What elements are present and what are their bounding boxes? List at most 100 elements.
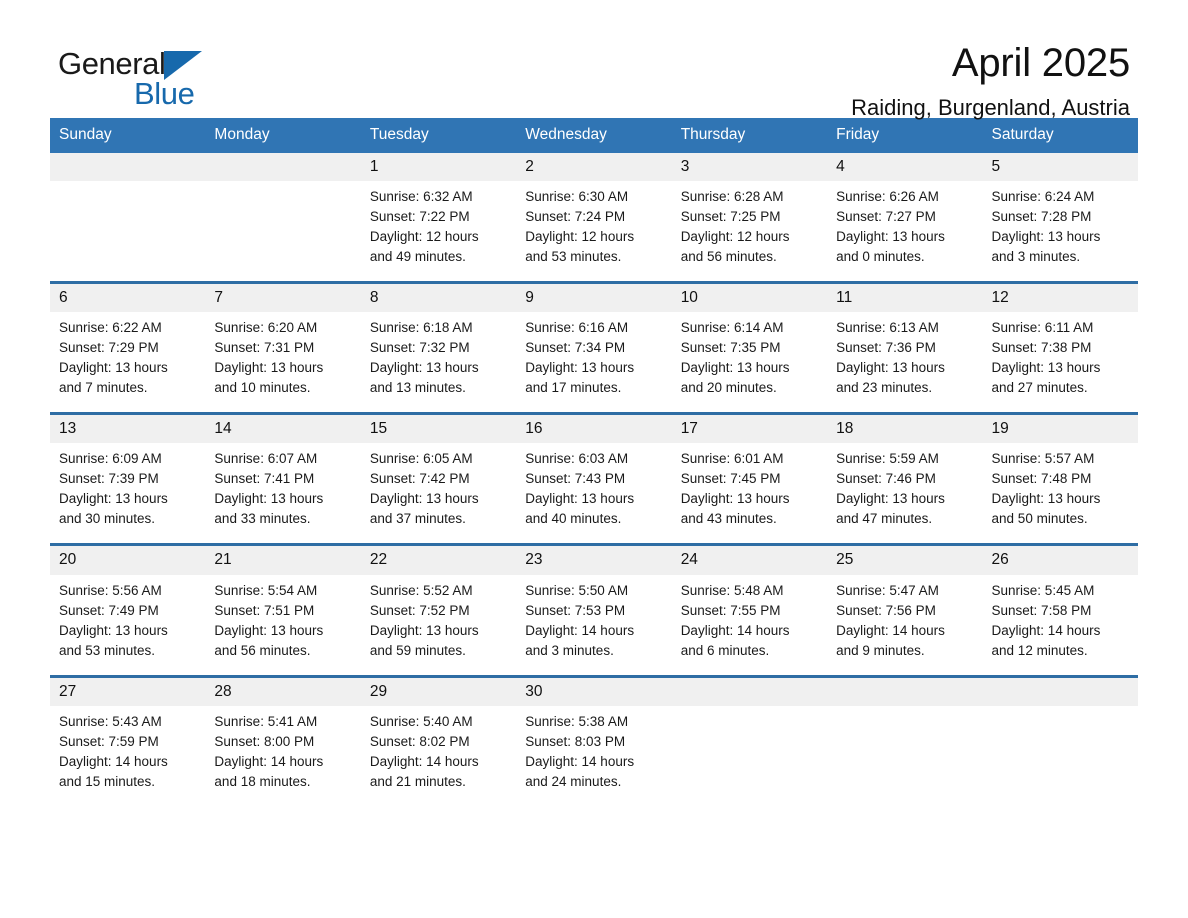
day-details: Sunrise: 6:20 AM Sunset: 7:31 PM Daylight:… — [205, 312, 360, 412]
day-detail-line: and 49 minutes. — [369, 248, 466, 264]
day-number: 20 — [50, 546, 206, 575]
calendar-week-row: 20 Sunrise: 5:56 AM Sunset: 7:49 PM Dayligh… — [50, 543, 1138, 677]
calendar-day-cell[interactable]: 18 Sunrise: 5:59 AM Sunset: 7:46 PM Dayligh… — [827, 412, 983, 545]
day-detail-line: Daylight: 12 hours — [680, 228, 790, 244]
calendar-day-cell[interactable]: 30 Sunrise: 5:38 AM Sunset: 8:03 PM Dayligh… — [516, 674, 672, 806]
day-details: Sunrise: 6:18 AM Sunset: 7:32 PM Daylight:… — [361, 312, 516, 412]
day-detail-line: Sunset: 7:35 PM — [680, 340, 781, 356]
day-detail-line: Daylight: 14 hours — [369, 753, 479, 769]
calendar-day-cell[interactable]: 20 Sunrise: 5:56 AM Sunset: 7:49 PM Dayligh… — [50, 543, 206, 677]
day-details: Sunrise: 5:57 AM Sunset: 7:48 PM Daylight:… — [983, 443, 1138, 543]
day-detail-line: and 56 minutes. — [680, 248, 777, 264]
calendar-day-cell[interactable]: 2 Sunrise: 6:30 AM Sunset: 7:24 PM Daylight… — [516, 152, 672, 283]
weekday-header-monday: Monday — [205, 118, 361, 153]
day-detail-line: Sunset: 7:31 PM — [214, 340, 315, 356]
day-details: Sunrise: 5:38 AM Sunset: 8:03 PM Daylight:… — [516, 706, 671, 806]
calendar-day-cell[interactable]: 10 Sunrise: 6:14 AM Sunset: 7:35 PM Dayligh… — [671, 280, 828, 414]
calendar-day-cell[interactable]: 5 Sunrise: 6:24 AM Sunset: 7:28 PM Daylight… — [982, 152, 1138, 283]
weekday-header-thursday: Thursday — [671, 118, 828, 153]
day-detail-line: Daylight: 13 hours — [369, 491, 479, 507]
day-number: 21 — [205, 546, 361, 575]
day-detail-line: Daylight: 14 hours — [214, 753, 324, 769]
page-header: General Blue April 2025 Raiding, Burgenl… — [50, 0, 1138, 120]
calendar-day-cell[interactable]: 17 Sunrise: 6:01 AM Sunset: 7:45 PM Dayligh… — [671, 412, 828, 545]
day-detail-line: and 7 minutes. — [59, 380, 148, 396]
calendar-day-cell[interactable]: 11 Sunrise: 6:13 AM Sunset: 7:36 PM Dayligh… — [827, 280, 983, 414]
day-detail-line: and 37 minutes. — [369, 511, 466, 527]
calendar-day-cell[interactable]: 16 Sunrise: 6:03 AM Sunset: 7:43 PM Dayligh… — [516, 412, 672, 545]
calendar-day-cell-empty — [205, 152, 361, 283]
calendar-day-cell[interactable]: 9 Sunrise: 6:16 AM Sunset: 7:34 PM Daylight… — [516, 280, 672, 414]
day-detail-line: Sunset: 7:55 PM — [680, 602, 781, 618]
day-number: 30 — [516, 677, 672, 706]
day-number: 1 — [360, 152, 517, 181]
day-detail-line: Daylight: 14 hours — [525, 753, 635, 769]
calendar-day-cell[interactable]: 26 Sunrise: 5:45 AM Sunset: 7:58 PM Dayligh… — [982, 543, 1138, 677]
calendar-day-cell[interactable]: 29 Sunrise: 5:40 AM Sunset: 8:02 PM Dayligh… — [360, 674, 517, 806]
calendar-day-cell[interactable]: 27 Sunrise: 5:43 AM Sunset: 7:59 PM Dayligh… — [50, 674, 206, 806]
day-number — [671, 677, 828, 706]
day-detail-placeholder — [59, 187, 195, 267]
day-details: Sunrise: 6:03 AM Sunset: 7:43 PM Daylight:… — [516, 443, 671, 543]
calendar-day-cell-empty — [982, 674, 1138, 806]
day-detail-line: Daylight: 13 hours — [214, 622, 324, 638]
calendar-day-cell[interactable]: 24 Sunrise: 5:48 AM Sunset: 7:55 PM Dayligh… — [671, 543, 828, 677]
day-detail-line: Sunset: 7:24 PM — [525, 208, 626, 224]
day-detail-line: Sunrise: 6:32 AM — [369, 188, 473, 204]
calendar-day-cell[interactable]: 3 Sunrise: 6:28 AM Sunset: 7:25 PM Daylight… — [671, 152, 828, 283]
day-detail-line: Sunset: 7:42 PM — [369, 471, 470, 487]
calendar-day-cell[interactable]: 22 Sunrise: 5:52 AM Sunset: 7:52 PM Dayligh… — [360, 543, 517, 677]
calendar-day-cell[interactable]: 25 Sunrise: 5:47 AM Sunset: 7:56 PM Dayligh… — [827, 543, 983, 677]
calendar-day-cell[interactable]: 6 Sunrise: 6:22 AM Sunset: 7:29 PM Daylight… — [50, 280, 206, 414]
day-detail-line: Sunrise: 6:14 AM — [680, 320, 784, 336]
calendar-day-cell[interactable]: 4 Sunrise: 6:26 AM Sunset: 7:27 PM Daylight… — [827, 152, 983, 283]
day-detail-line: Sunrise: 5:38 AM — [525, 713, 629, 729]
day-number: 13 — [50, 415, 206, 444]
calendar-day-cell[interactable]: 14 Sunrise: 6:07 AM Sunset: 7:41 PM Dayligh… — [205, 412, 361, 545]
day-number: 3 — [671, 152, 828, 181]
day-number: 29 — [360, 677, 517, 706]
day-detail-line: Sunset: 7:58 PM — [991, 602, 1092, 618]
day-details: Sunrise: 6:01 AM Sunset: 7:45 PM Daylight:… — [672, 443, 827, 543]
day-detail-line: and 59 minutes. — [369, 642, 466, 658]
calendar-body: 1 Sunrise: 6:32 AM Sunset: 7:22 PM Daylight… — [50, 152, 1138, 806]
calendar-day-cell[interactable]: 23 Sunrise: 5:50 AM Sunset: 7:53 PM Dayligh… — [516, 543, 672, 677]
calendar-day-cell[interactable]: 15 Sunrise: 6:05 AM Sunset: 7:42 PM Dayligh… — [360, 412, 517, 545]
day-details: Sunrise: 6:32 AM Sunset: 7:22 PM Daylight:… — [361, 181, 516, 281]
calendar-week-row: 1 Sunrise: 6:32 AM Sunset: 7:22 PM Daylight… — [50, 152, 1138, 283]
day-number: 12 — [982, 283, 1138, 313]
day-detail-line: Sunset: 7:22 PM — [369, 208, 470, 224]
day-detail-line: Sunrise: 6:24 AM — [991, 188, 1095, 204]
day-detail-line: Sunrise: 6:18 AM — [369, 320, 473, 336]
calendar-page: General Blue April 2025 Raiding, Burgenl… — [0, 0, 1188, 918]
day-detail-line: Sunrise: 6:22 AM — [59, 320, 162, 336]
day-details: Sunrise: 6:05 AM Sunset: 7:42 PM Daylight:… — [361, 443, 516, 543]
calendar-day-cell[interactable]: 12 Sunrise: 6:11 AM Sunset: 7:38 PM Dayligh… — [982, 280, 1138, 414]
day-number: 25 — [827, 546, 983, 575]
calendar-day-cell[interactable]: 7 Sunrise: 6:20 AM Sunset: 7:31 PM Daylight… — [205, 280, 361, 414]
day-detail-line: Sunset: 7:27 PM — [836, 208, 936, 224]
day-detail-line: and 20 minutes. — [680, 380, 777, 396]
day-detail-line: Daylight: 12 hours — [525, 228, 635, 244]
day-details — [983, 706, 1138, 806]
day-detail-line: Sunset: 8:03 PM — [525, 733, 626, 749]
day-detail-line: and 40 minutes. — [525, 511, 622, 527]
day-details: Sunrise: 6:16 AM Sunset: 7:34 PM Daylight:… — [516, 312, 671, 412]
day-detail-line: and 56 minutes. — [214, 642, 311, 658]
day-detail-line: Sunrise: 5:50 AM — [525, 582, 629, 598]
day-detail-line: Sunrise: 5:40 AM — [369, 713, 473, 729]
day-detail-line: Sunset: 7:38 PM — [991, 340, 1092, 356]
calendar-day-cell[interactable]: 28 Sunrise: 5:41 AM Sunset: 8:00 PM Dayligh… — [205, 674, 361, 806]
day-detail-line: Daylight: 13 hours — [991, 491, 1101, 507]
calendar-day-cell[interactable]: 13 Sunrise: 6:09 AM Sunset: 7:39 PM Dayligh… — [50, 412, 206, 545]
day-detail-line: Sunrise: 5:47 AM — [836, 582, 939, 598]
calendar-day-cell[interactable]: 21 Sunrise: 5:54 AM Sunset: 7:51 PM Dayligh… — [205, 543, 361, 677]
day-details: Sunrise: 5:52 AM Sunset: 7:52 PM Daylight:… — [361, 575, 516, 675]
calendar-day-cell[interactable]: 19 Sunrise: 5:57 AM Sunset: 7:48 PM Dayligh… — [982, 412, 1138, 545]
calendar-day-cell[interactable]: 8 Sunrise: 6:18 AM Sunset: 7:32 PM Daylight… — [360, 280, 517, 414]
calendar-day-cell[interactable]: 1 Sunrise: 6:32 AM Sunset: 7:22 PM Daylight… — [360, 152, 517, 283]
day-number: 11 — [827, 283, 983, 313]
day-details: Sunrise: 5:50 AM Sunset: 7:53 PM Daylight:… — [516, 575, 671, 675]
day-detail-line: and 6 minutes. — [680, 642, 770, 658]
weekday-header-saturday: Saturday — [982, 118, 1138, 153]
